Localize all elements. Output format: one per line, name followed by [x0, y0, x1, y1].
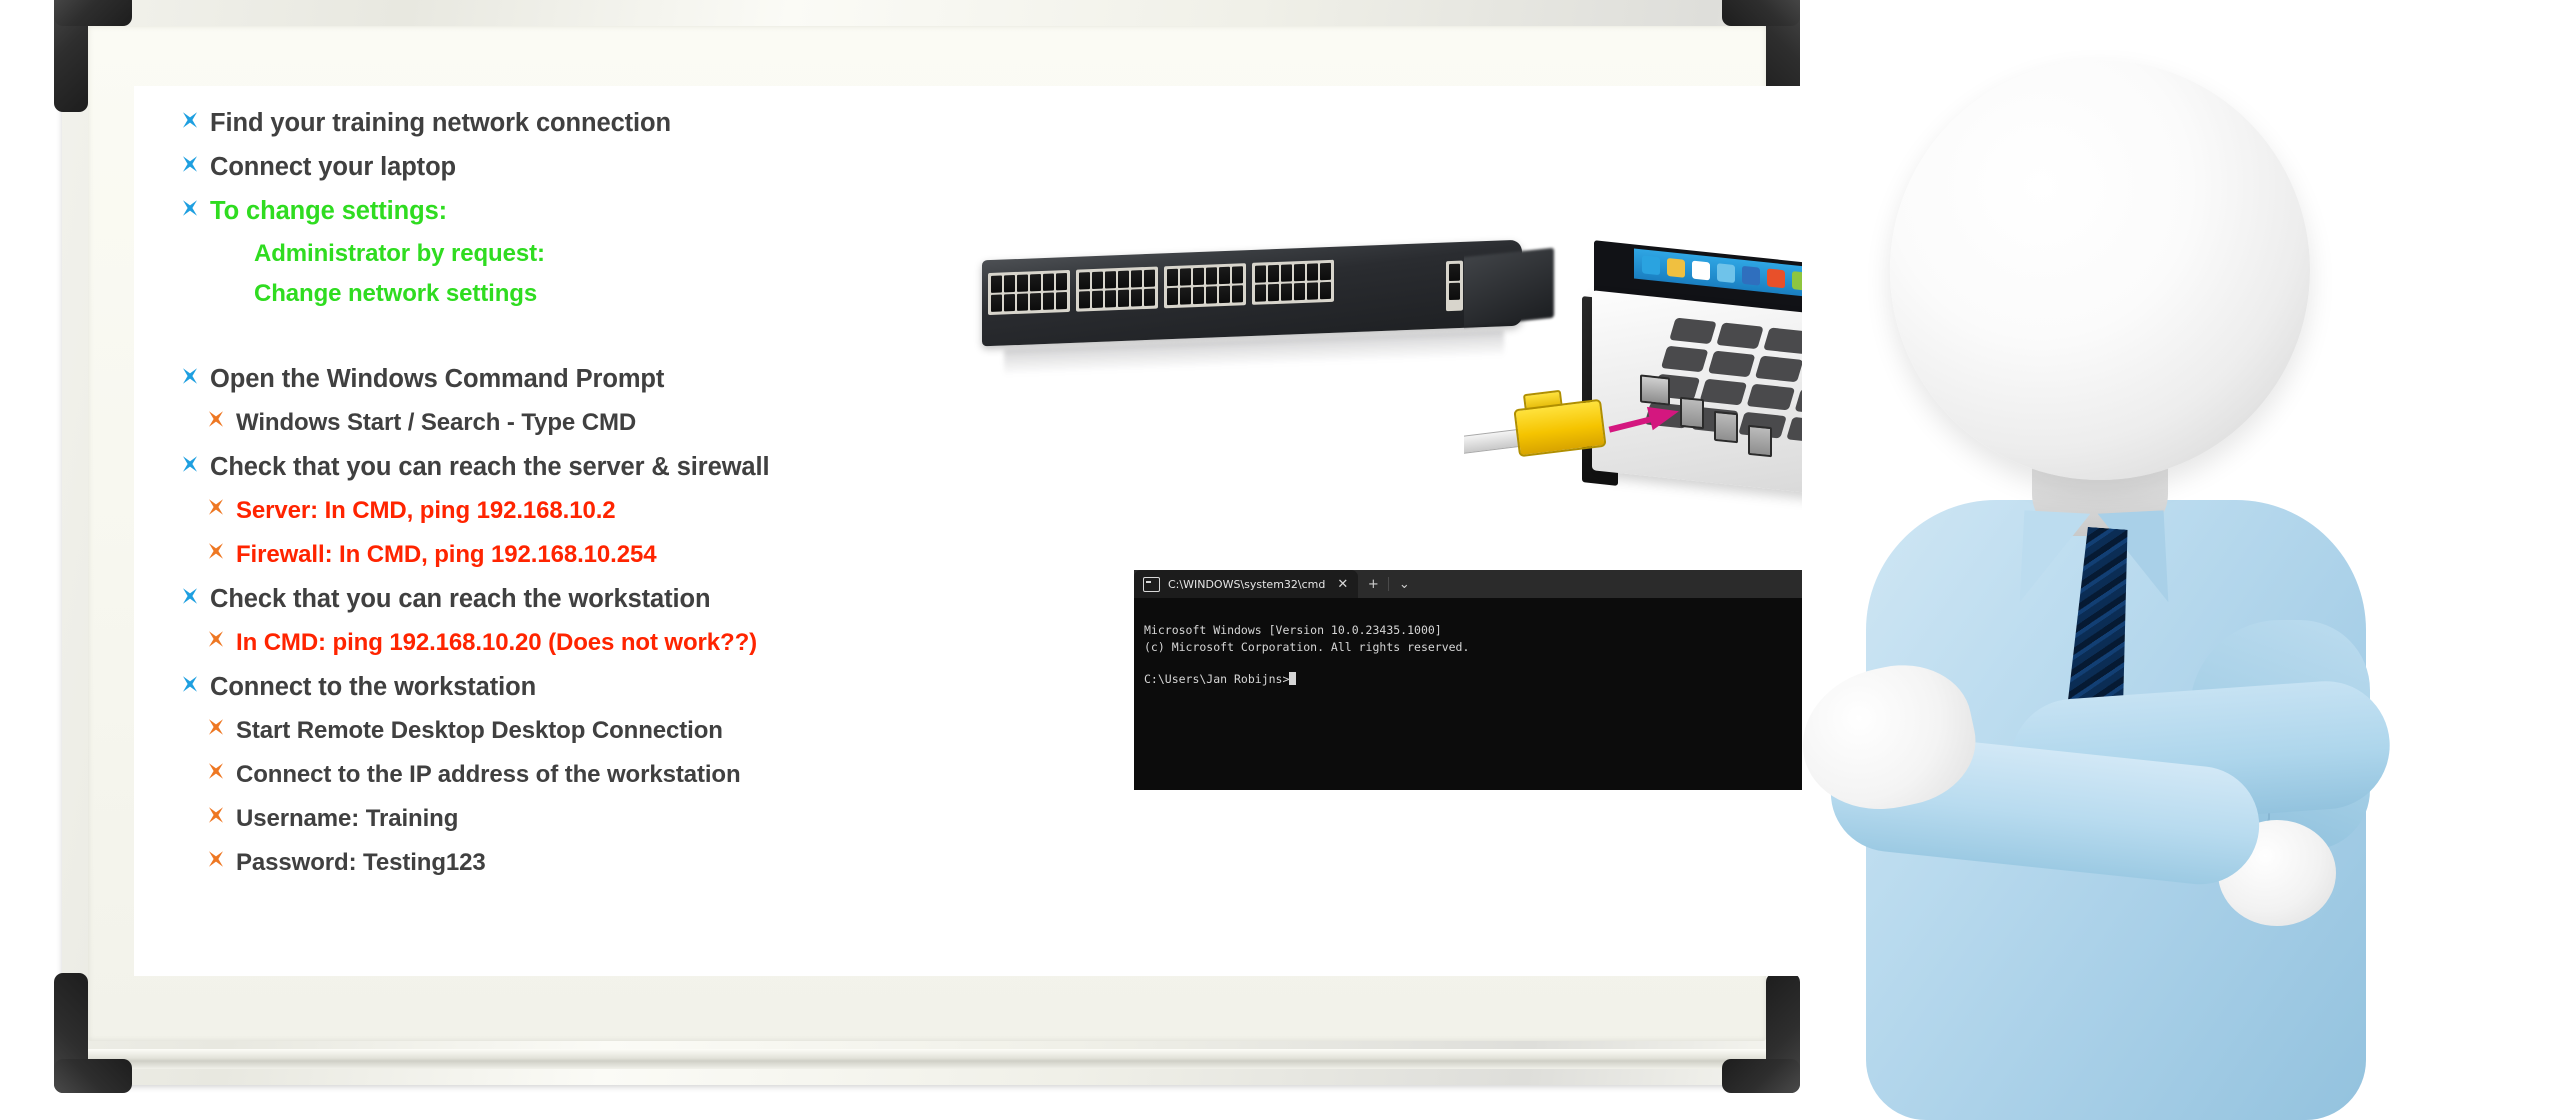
- switch-port-bank: [1076, 266, 1158, 312]
- cmd-cursor: [1289, 672, 1297, 686]
- x-mark-orange-icon: [206, 849, 236, 869]
- bullet-item: Username: Training: [206, 806, 970, 850]
- bullet-group-spacer: [180, 322, 970, 366]
- bullet-item: Password: Testing123: [206, 850, 970, 894]
- network-switch-image: [974, 234, 1534, 376]
- laptop-usb-port: [1748, 424, 1772, 458]
- bullet-item: Find your training network connection: [180, 110, 970, 154]
- x-mark-blue-icon: [180, 366, 210, 386]
- whiteboard-marker-tray: [70, 1049, 1784, 1069]
- cmd-line-prompt: C:\Users\Jan Robijns>: [1144, 671, 1802, 687]
- laptop-usb-port: [1714, 410, 1738, 444]
- bullet-text: Server: In CMD, ping 192.168.10.2: [236, 497, 616, 524]
- x-mark-blue-icon: [180, 110, 210, 130]
- bullet-text: Connect to the workstation: [210, 673, 537, 701]
- chevron-down-icon[interactable]: ⌄: [1389, 570, 1419, 598]
- bullet-text: Firewall: In CMD, ping 192.168.10.254: [236, 541, 657, 568]
- switch-port-bank: [988, 269, 1070, 316]
- bullet-text: In CMD: ping 192.168.10.20 (Does not wor…: [236, 629, 758, 656]
- taskbar-icon: [1717, 263, 1735, 284]
- bullet-text: Administrator by request:: [254, 240, 545, 267]
- bullet-list: Find your training network connection Con…: [180, 110, 970, 894]
- x-mark-orange-icon: [206, 629, 236, 649]
- x-mark-blue-icon: [180, 674, 210, 694]
- bullet-text: Windows Start / Search - Type CMD: [236, 409, 637, 436]
- command-prompt-tab[interactable]: C:\WINDOWS\system32\cmd ✕: [1134, 570, 1359, 598]
- character-collar-left: [2019, 510, 2091, 606]
- bullet-text: Check that you can reach the server & si…: [210, 453, 770, 481]
- whiteboard: Find your training network connection Con…: [54, 0, 1802, 1093]
- x-mark-orange-icon: [206, 761, 236, 781]
- bullet-item: Firewall: In CMD, ping 192.168.10.254: [206, 542, 970, 586]
- taskbar-icon: [1692, 260, 1710, 281]
- bullet-text: Connect to the IP address of the worksta…: [236, 761, 741, 788]
- bullet-item: Open the Windows Command Prompt: [180, 366, 970, 410]
- bullet-item: Server: In CMD, ping 192.168.10.2: [206, 498, 970, 542]
- x-mark-blue-icon: [180, 154, 210, 174]
- taskbar-icon: [1742, 265, 1760, 286]
- taskbar-icon: [1642, 255, 1660, 276]
- background-switch-blur: [1464, 247, 1554, 331]
- command-prompt-window[interactable]: C:\WINDOWS\system32\cmd ✕ + ⌄ Microsoft …: [1134, 570, 1802, 790]
- command-prompt-tab-title: C:\WINDOWS\system32\cmd: [1168, 577, 1326, 591]
- cmd-line-version: Microsoft Windows [Version 10.0.23435.10…: [1144, 623, 1442, 638]
- cmd-line-blank: [1144, 655, 1802, 671]
- bullet-item: To change settings:: [180, 198, 970, 242]
- connect-arrow-icon: [1606, 392, 1682, 439]
- x-mark-blue-icon: [180, 198, 210, 218]
- x-mark-orange-icon: [206, 717, 236, 737]
- bullet-item: Connect to the workstation: [180, 674, 970, 718]
- bullet-text: Password: Testing123: [236, 849, 486, 876]
- whiteboard-corner-top-left: [54, 0, 132, 112]
- bullet-item: Windows Start / Search - Type CMD: [206, 410, 970, 454]
- whiteboard-corner-bottom-left: [54, 973, 132, 1093]
- bullet-item: Change network settings: [224, 280, 970, 322]
- bullet-text: Connect your laptop: [210, 153, 457, 181]
- slide-content: Find your training network connection Con…: [134, 86, 1802, 976]
- bullet-text: Open the Windows Command Prompt: [210, 365, 665, 393]
- new-tab-button[interactable]: +: [1358, 570, 1388, 598]
- laptop-usb-port: [1680, 396, 1704, 430]
- bullet-item: Check that you can reach the workstation: [180, 586, 970, 630]
- bullet-item: Check that you can reach the server & si…: [180, 454, 970, 498]
- x-mark-blue-icon: [180, 586, 210, 606]
- bullet-text: To change settings:: [210, 197, 448, 225]
- close-tab-icon[interactable]: ✕: [1337, 577, 1348, 592]
- switch-port-bank: [1164, 263, 1246, 309]
- command-prompt-output[interactable]: Microsoft Windows [Version 10.0.23435.10…: [1134, 598, 1802, 790]
- bullet-text: Find your training network connection: [210, 109, 671, 137]
- bullet-item: Administrator by request:: [224, 240, 970, 282]
- x-mark-orange-icon: [206, 497, 236, 517]
- bullet-item: Start Remote Desktop Desktop Connection: [206, 718, 970, 762]
- x-mark-orange-icon: [206, 541, 236, 561]
- bullet-text: Start Remote Desktop Desktop Connection: [236, 717, 723, 744]
- console-icon: [1143, 576, 1160, 592]
- 3d-character-figure: [1770, 60, 2560, 1120]
- x-mark-orange-icon: [206, 805, 236, 825]
- laptop-ethernet-image: [1464, 236, 1802, 516]
- command-prompt-titlebar[interactable]: C:\WINDOWS\system32\cmd ✕ + ⌄: [1134, 570, 1802, 598]
- bullet-item: In CMD: ping 192.168.10.20 (Does not wor…: [206, 630, 970, 674]
- switch-port-bank: [1252, 259, 1334, 305]
- bullet-text: Change network settings: [254, 280, 538, 307]
- bullet-item: Connect your laptop: [180, 154, 970, 198]
- cmd-prompt-path: C:\Users\Jan Robijns>: [1144, 672, 1290, 687]
- character-head: [1890, 60, 2310, 480]
- bullet-text: Username: Training: [236, 805, 459, 832]
- taskbar-icon: [1667, 257, 1685, 278]
- bullet-text: Check that you can reach the workstation: [210, 585, 711, 613]
- cmd-line-copyright: (c) Microsoft Corporation. All rights re…: [1144, 639, 1470, 654]
- x-mark-orange-icon: [206, 409, 236, 429]
- x-mark-blue-icon: [180, 454, 210, 474]
- bullet-item: Connect to the IP address of the worksta…: [206, 762, 970, 806]
